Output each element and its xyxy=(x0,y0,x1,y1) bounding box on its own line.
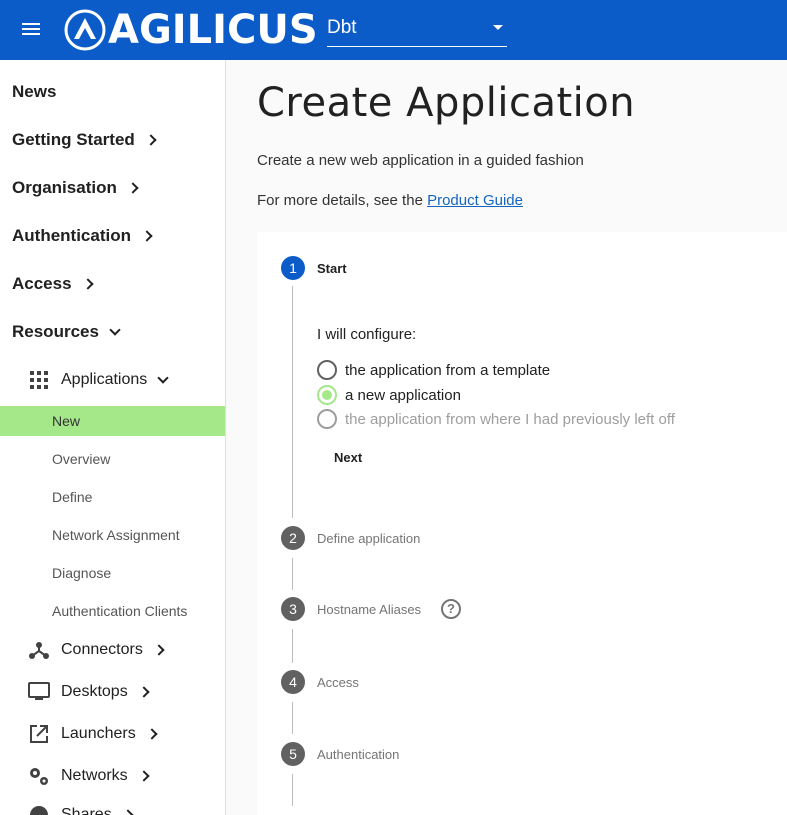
sidebar-item-network-assignment[interactable]: Network Assignment xyxy=(0,520,225,550)
product-guide-link[interactable]: Product Guide xyxy=(427,192,523,209)
sidebar-item-getting-started[interactable]: Getting Started xyxy=(12,130,157,150)
sidebar: News Getting Started Organisation Authen… xyxy=(0,60,226,815)
step-connector xyxy=(292,774,293,806)
step-2-indicator[interactable]: 2 xyxy=(281,526,305,550)
sidebar-item-authentication[interactable]: Authentication xyxy=(12,226,153,246)
step-1-indicator[interactable]: 1 xyxy=(281,256,305,280)
radio-button[interactable] xyxy=(317,360,337,380)
main-content: Create Application Create a new web appl… xyxy=(226,60,787,815)
agilicus-logo-mark-icon xyxy=(64,9,106,51)
chevron-right-icon xyxy=(122,809,134,815)
menu-icon[interactable] xyxy=(22,20,42,40)
step-3-label[interactable]: Hostname Aliases xyxy=(317,602,421,617)
sidebar-item-authentication-clients[interactable]: Authentication Clients xyxy=(0,596,225,626)
sidebar-item-resources[interactable]: Resources xyxy=(12,322,121,342)
page-description: Create a new web application in a guided… xyxy=(257,152,584,169)
application-stepper: 1 Start I will configure: the applicatio… xyxy=(257,232,787,815)
step-2-label[interactable]: Define application xyxy=(317,531,420,546)
step-4-indicator[interactable]: 4 xyxy=(281,670,305,694)
chevron-right-icon xyxy=(81,278,94,290)
option-label: a new application xyxy=(345,386,461,404)
sidebar-item-connectors[interactable]: Connectors xyxy=(28,639,165,661)
desktop-icon xyxy=(28,681,50,703)
step-connector xyxy=(292,558,293,590)
sidebar-item-label: Authentication xyxy=(12,226,131,245)
chevron-right-icon xyxy=(153,644,165,656)
sidebar-item-new[interactable]: New xyxy=(0,406,225,436)
chevron-right-icon xyxy=(145,134,157,146)
apps-grid-icon xyxy=(28,369,50,391)
step-3-indicator[interactable]: 3 xyxy=(281,597,305,621)
sidebar-item-label: Desktops xyxy=(61,683,128,700)
page-title: Create Application xyxy=(257,80,636,126)
details-prefix: For more details, see the xyxy=(257,192,428,209)
sidebar-item-shares[interactable]: Shares xyxy=(28,804,134,815)
organisation-select[interactable]: Dbt xyxy=(327,12,507,47)
step-1-label[interactable]: Start xyxy=(317,261,347,276)
sidebar-item-networks[interactable]: Networks xyxy=(28,765,150,787)
chevron-down-icon xyxy=(109,323,121,336)
step-connector xyxy=(292,629,293,663)
chevron-right-icon xyxy=(127,182,139,194)
configure-label: I will configure: xyxy=(317,326,417,343)
sidebar-item-overview[interactable]: Overview xyxy=(0,444,225,474)
agilicus-logo[interactable]: AGILICUS xyxy=(64,8,318,52)
sidebar-item-applications[interactable]: Applications xyxy=(28,369,169,391)
connectors-icon xyxy=(28,639,50,661)
sidebar-item-label: Organisation xyxy=(12,178,117,197)
chevron-down-icon xyxy=(157,371,169,384)
step-5-label[interactable]: Authentication xyxy=(317,747,399,762)
top-app-bar: AGILICUS Dbt xyxy=(0,0,787,60)
network-gears-icon xyxy=(28,765,50,787)
radio-button-checked[interactable] xyxy=(317,385,337,405)
option-new-application[interactable]: a new application xyxy=(317,385,461,405)
details-text: For more details, see the Product Guide xyxy=(257,192,523,209)
step-connector xyxy=(292,286,293,518)
sidebar-item-define[interactable]: Define xyxy=(0,482,225,512)
sidebar-item-diagnose[interactable]: Diagnose xyxy=(0,558,225,588)
sidebar-item-access[interactable]: Access xyxy=(12,274,94,294)
sidebar-item-launchers[interactable]: Launchers xyxy=(28,723,158,745)
chevron-right-icon xyxy=(146,728,158,740)
option-label: the application from a template xyxy=(345,361,551,379)
step-5-indicator[interactable]: 5 xyxy=(281,742,305,766)
option-previously-left-off: the application from where I had previou… xyxy=(317,409,675,429)
share-icon xyxy=(28,804,50,815)
sidebar-item-label: Launchers xyxy=(61,725,136,742)
sidebar-item-news[interactable]: News xyxy=(12,82,56,102)
sidebar-item-organisation[interactable]: Organisation xyxy=(12,178,139,198)
step-connector xyxy=(292,702,293,734)
sidebar-item-desktops[interactable]: Desktops xyxy=(28,681,150,703)
option-from-template[interactable]: the application from a template xyxy=(317,360,550,380)
option-label: the application from where I had previou… xyxy=(345,410,675,428)
sidebar-item-label: Access xyxy=(12,274,72,293)
chevron-right-icon xyxy=(138,770,150,782)
caret-down-icon xyxy=(493,25,503,30)
sidebar-item-label: Networks xyxy=(61,767,128,784)
help-icon[interactable]: ? xyxy=(441,599,461,619)
step-4-label[interactable]: Access xyxy=(317,675,359,690)
sidebar-item-label: Shares xyxy=(61,806,112,815)
organisation-select-value: Dbt xyxy=(327,17,357,38)
sidebar-item-label: Resources xyxy=(12,322,99,341)
next-button[interactable]: Next xyxy=(334,450,362,465)
sidebar-item-label: News xyxy=(12,82,57,101)
radio-button-disabled xyxy=(317,409,337,429)
launch-icon xyxy=(28,723,50,745)
sidebar-item-label: Applications xyxy=(61,371,148,388)
sidebar-item-label: Connectors xyxy=(61,641,143,658)
sidebar-item-label: Getting Started xyxy=(12,130,135,149)
chevron-right-icon xyxy=(138,686,150,698)
chevron-right-icon xyxy=(141,230,153,242)
logo-text: AGILICUS xyxy=(108,7,318,53)
